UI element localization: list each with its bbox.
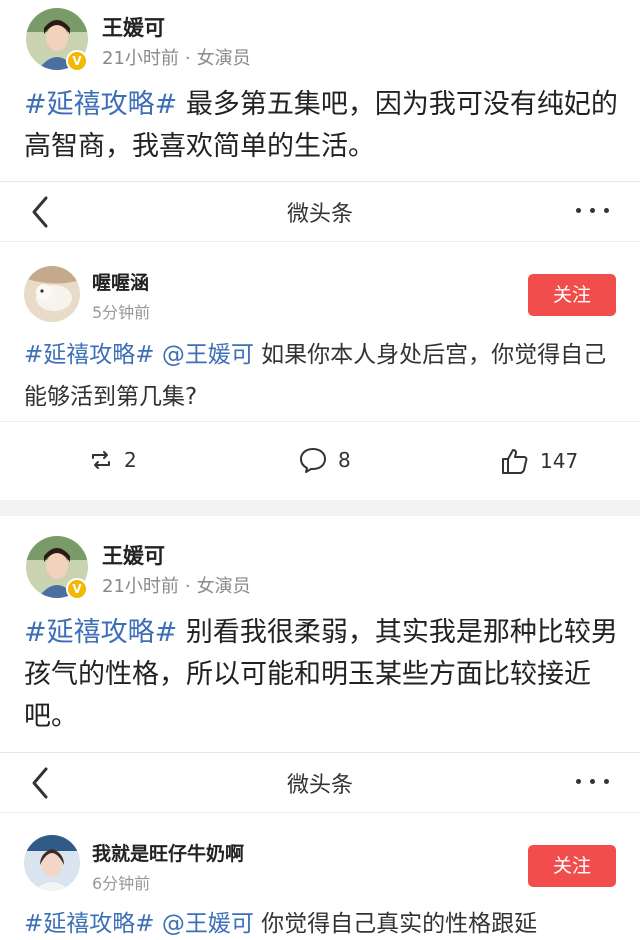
card-header: 微头条 bbox=[0, 753, 640, 813]
hashtag-link[interactable]: #延禧攻略# bbox=[24, 911, 155, 937]
comment-icon bbox=[300, 448, 326, 473]
card-header: 微头条 bbox=[0, 182, 640, 242]
card-title: 微头条 bbox=[286, 773, 353, 798]
more-dots-icon[interactable] bbox=[576, 200, 610, 220]
post-meta: 21小时前 · 女演员 bbox=[102, 48, 251, 69]
post-text: #延禧攻略# 最多第五集吧，因为我可没有纯妃的高智商，我喜欢简单的生活。 bbox=[24, 84, 624, 168]
like-count: 147 bbox=[540, 449, 579, 473]
more-dots-icon[interactable] bbox=[576, 771, 610, 791]
post-meta: 21小时前 · 女演员 bbox=[102, 576, 251, 597]
repost-button[interactable]: 2 bbox=[88, 446, 137, 478]
post-1: V 王媛可 21小时前 · 女演员 #延禧攻略# 最多第五集吧，因为我可没有纯妃的高… bbox=[0, 0, 640, 500]
like-button[interactable]: 147 bbox=[500, 446, 578, 478]
mention-link[interactable]: @王媛可 bbox=[155, 911, 254, 937]
repost-icon bbox=[92, 450, 110, 469]
section-divider bbox=[0, 500, 640, 516]
comment-text: #延禧攻略# @王媛可 你觉得自己真实的性格跟延 bbox=[24, 903, 616, 940]
hashtag-link[interactable]: #延禧攻略# bbox=[24, 617, 177, 648]
commenter-avatar[interactable] bbox=[24, 266, 80, 322]
post-time: 21小时前 bbox=[102, 48, 179, 69]
thumbs-up-icon bbox=[502, 449, 528, 474]
repost-count: 2 bbox=[124, 447, 137, 472]
follow-button[interactable]: 关注 bbox=[528, 274, 616, 316]
comment-time: 5分钟前 bbox=[92, 303, 151, 322]
comment-time: 6分钟前 bbox=[92, 874, 151, 893]
quoted-card[interactable]: 微头条 我就是旺仔牛奶啊 6分钟前 关注 #延禧攻略# @王媛可 你觉得自己真实… bbox=[0, 752, 640, 940]
verified-icon: V bbox=[66, 578, 88, 600]
action-bar: 2 8 147 bbox=[0, 421, 640, 501]
quoted-card[interactable]: 微头条 喔喔涵 5分钟前 关注 #延禧攻略# @王媛可 如果你本人身处后宫，你觉… bbox=[0, 181, 640, 500]
post-text: #延禧攻略# 别看我很柔弱，其实我是那种比较男孩气的性格，所以可能和明玉某些方面… bbox=[24, 612, 624, 738]
card-title: 微头条 bbox=[286, 202, 353, 227]
mention-link[interactable]: @王媛可 bbox=[155, 342, 254, 368]
commenter-avatar[interactable] bbox=[24, 835, 80, 891]
verified-icon: V bbox=[66, 50, 88, 72]
comment-button[interactable]: 8 bbox=[298, 446, 351, 478]
author-role: 女演员 bbox=[196, 576, 251, 597]
follow-button[interactable]: 关注 bbox=[528, 845, 616, 887]
author-role: 女演员 bbox=[196, 48, 251, 69]
post-time: 21小时前 bbox=[102, 576, 179, 597]
hashtag-link[interactable]: #延禧攻略# bbox=[24, 342, 155, 368]
comment-text: #延禧攻略# @王媛可 如果你本人身处后宫，你觉得自己能够活到第几集? bbox=[24, 334, 616, 418]
post-2: V 王媛可 21小时前 · 女演员 #延禧攻略# 别看我很柔弱，其实我是那种比较男孩… bbox=[0, 516, 640, 940]
comment-body: 你觉得自己真实的性格跟延 bbox=[253, 911, 538, 937]
author-name[interactable]: 王媛可 bbox=[102, 540, 165, 570]
commenter-name[interactable]: 喔喔涵 bbox=[92, 268, 149, 295]
hashtag-link[interactable]: #延禧攻略# bbox=[24, 89, 177, 120]
commenter-name[interactable]: 我就是旺仔牛奶啊 bbox=[92, 839, 244, 866]
author-name[interactable]: 王媛可 bbox=[102, 12, 165, 42]
comment-count: 8 bbox=[338, 448, 351, 472]
